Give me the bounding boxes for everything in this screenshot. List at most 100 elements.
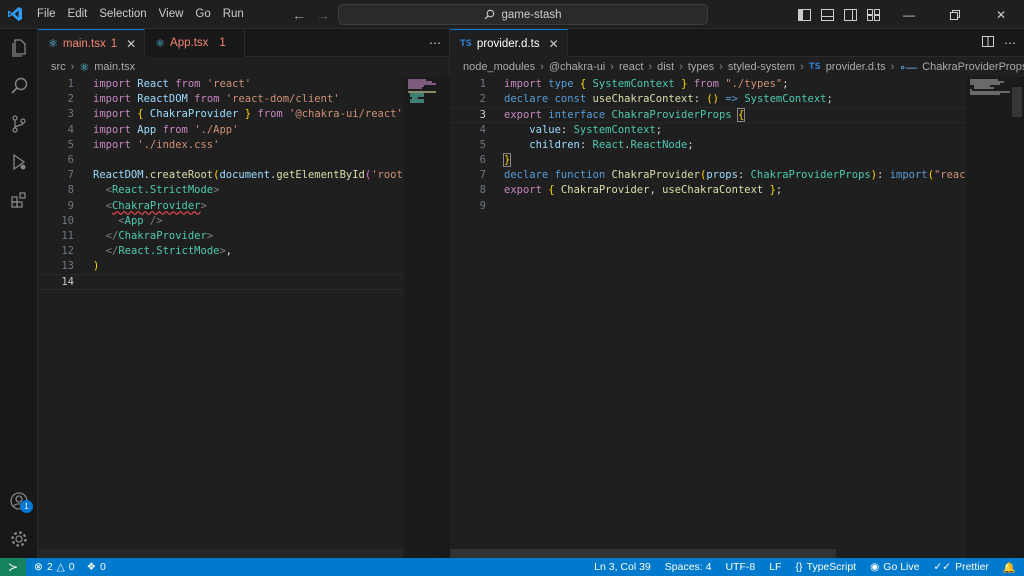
ports-indicator[interactable]: ❖ 0 [87,561,106,573]
menu-selection[interactable]: Selection [93,0,152,29]
cursor-position[interactable]: Ln 3, Col 39 [594,561,651,573]
encoding[interactable]: UTF-8 [725,561,755,573]
chevron-right-icon: › [800,61,804,73]
forward-arrow-icon[interactable]: → [316,7,330,23]
manage-gear-icon[interactable] [0,520,38,558]
navigation-arrows: ← → [292,0,330,29]
problems-indicator[interactable]: ⊗ 2 △ 0 [34,561,75,573]
menu-bar: File Edit Selection View Go Run [31,0,250,29]
search-view-icon[interactable] [0,67,38,105]
title-bar: File Edit Selection View Go Run ← → game… [0,0,1024,29]
breadcrumb-item[interactable]: main.tsx [94,61,135,73]
minimap[interactable] [966,77,1012,558]
breadcrumb-item[interactable]: provider.d.ts [826,61,886,73]
run-and-debug-icon[interactable] [0,143,38,181]
tab-error-count: 1 [219,37,226,49]
toggle-primary-sidebar-icon[interactable] [794,0,814,29]
error-count: 2 [46,561,53,573]
prettier-status[interactable]: ✓✓ Prettier [933,561,988,573]
tab-provider-d-ts[interactable]: TS provider.d.ts ✕ [450,29,568,57]
line-number: 6 [67,153,74,166]
vertical-scrollbar[interactable] [1010,77,1024,558]
close-tab-icon[interactable]: ✕ [549,37,559,51]
breadcrumb-item[interactable]: dist [657,61,674,73]
minimize-button[interactable]: — [886,0,932,29]
horizontal-scrollbar[interactable] [38,549,403,558]
line-number: 9 [67,199,74,212]
line-number: 12 [61,245,74,258]
scroll-thumb[interactable] [1012,87,1022,117]
breadcrumb-item[interactable]: react [619,61,643,73]
breadcrumb-item[interactable]: src [51,61,66,73]
breadcrumb-item[interactable]: types [688,61,714,73]
indentation[interactable]: Spaces: 4 [665,561,712,573]
accounts-icon[interactable]: 1 [0,482,38,520]
back-arrow-icon[interactable]: ← [292,7,306,23]
line-number: 3 [67,108,74,121]
menu-view[interactable]: View [153,0,190,29]
editor-actions: ⋯ [429,29,441,57]
source-control-icon[interactable] [0,105,38,143]
close-window-button[interactable]: ✕ [978,0,1024,29]
language-mode[interactable]: {} TypeScript [795,561,856,573]
react-file-icon: ⚛ [48,38,58,50]
menu-file[interactable]: File [31,0,62,29]
close-tab-icon[interactable]: ✕ [126,37,136,51]
toggle-panel-icon[interactable] [817,0,837,29]
chevron-right-icon: › [610,61,614,73]
notifications-bell-icon[interactable]: 🔔 [1003,561,1016,574]
tab-bar: ⚛ main.tsx 1 ✕ ⚛ App.tsx 1 ⋯ [38,29,449,57]
explorer-icon[interactable] [0,29,38,67]
line-number: 13 [61,260,74,273]
code-editor[interactable]: 1 import type { SystemContext } from "./t… [450,77,1024,558]
tab-bar: TS provider.d.ts ✕ ⋯ [450,29,1024,57]
braces-icon: {} [795,561,803,573]
more-actions-icon[interactable]: ⋯ [429,36,441,50]
tab-main-tsx[interactable]: ⚛ main.tsx 1 ✕ [38,29,146,57]
ports-count: 0 [100,561,106,573]
search-icon [485,9,495,20]
toggle-secondary-sidebar-icon[interactable] [840,0,860,29]
line-number: 7 [67,169,74,182]
breadcrumb-item[interactable]: styled-system [728,61,795,73]
broadcast-icon: ◉ [870,561,880,573]
line-number: 5 [479,138,486,151]
editor-group-left: ⚛ main.tsx 1 ✕ ⚛ App.tsx 1 ⋯ src › ⚛ mai… [38,29,450,558]
breadcrumb-item[interactable]: @chakra-ui [549,61,605,73]
line-number: 2 [479,93,486,106]
breadcrumb-item[interactable]: node_modules [463,61,535,73]
command-center-search[interactable]: game-stash [338,4,708,25]
line-number: 1 [479,78,486,90]
warning-icon: △ [56,561,65,573]
chevron-right-icon: › [70,61,75,73]
chevron-right-icon: › [648,61,653,73]
menu-go[interactable]: Go [189,0,216,29]
extensions-icon[interactable] [0,181,38,219]
vertical-scrollbar[interactable] [436,77,450,558]
line-number: 4 [479,123,486,136]
line-number: 11 [61,229,74,242]
menu-run[interactable]: Run [217,0,250,29]
split-editor-icon[interactable] [982,36,994,50]
customize-layout-icon[interactable] [863,0,883,29]
react-file-icon: ⚛ [79,61,90,74]
end-of-line[interactable]: LF [769,561,781,573]
tab-label: main.tsx [62,37,106,50]
restore-button[interactable] [932,0,978,29]
code-editor[interactable]: 1 import React from 'react' 2 import React… [38,77,449,558]
go-live-button[interactable]: ◉ Go Live [870,561,919,573]
line-number: 7 [479,169,486,182]
breadcrumb-item[interactable]: ChakraProviderProps [922,61,1024,73]
tab-app-tsx[interactable]: ⚛ App.tsx 1 [145,29,245,57]
line-number: 14 [61,276,74,289]
menu-edit[interactable]: Edit [62,0,94,29]
activity-bar: 1 [0,29,38,558]
editor-actions: ⋯ [982,29,1016,57]
horizontal-scrollbar[interactable] [450,549,836,558]
react-file-icon: ⚛ [155,37,166,50]
remote-indicator-icon[interactable]: ≻ [0,558,26,576]
antenna-icon: ❖ [86,561,96,573]
line-number: 3 [479,109,486,122]
check-double-icon: ✓✓ [933,561,952,573]
more-actions-icon[interactable]: ⋯ [1004,36,1016,50]
